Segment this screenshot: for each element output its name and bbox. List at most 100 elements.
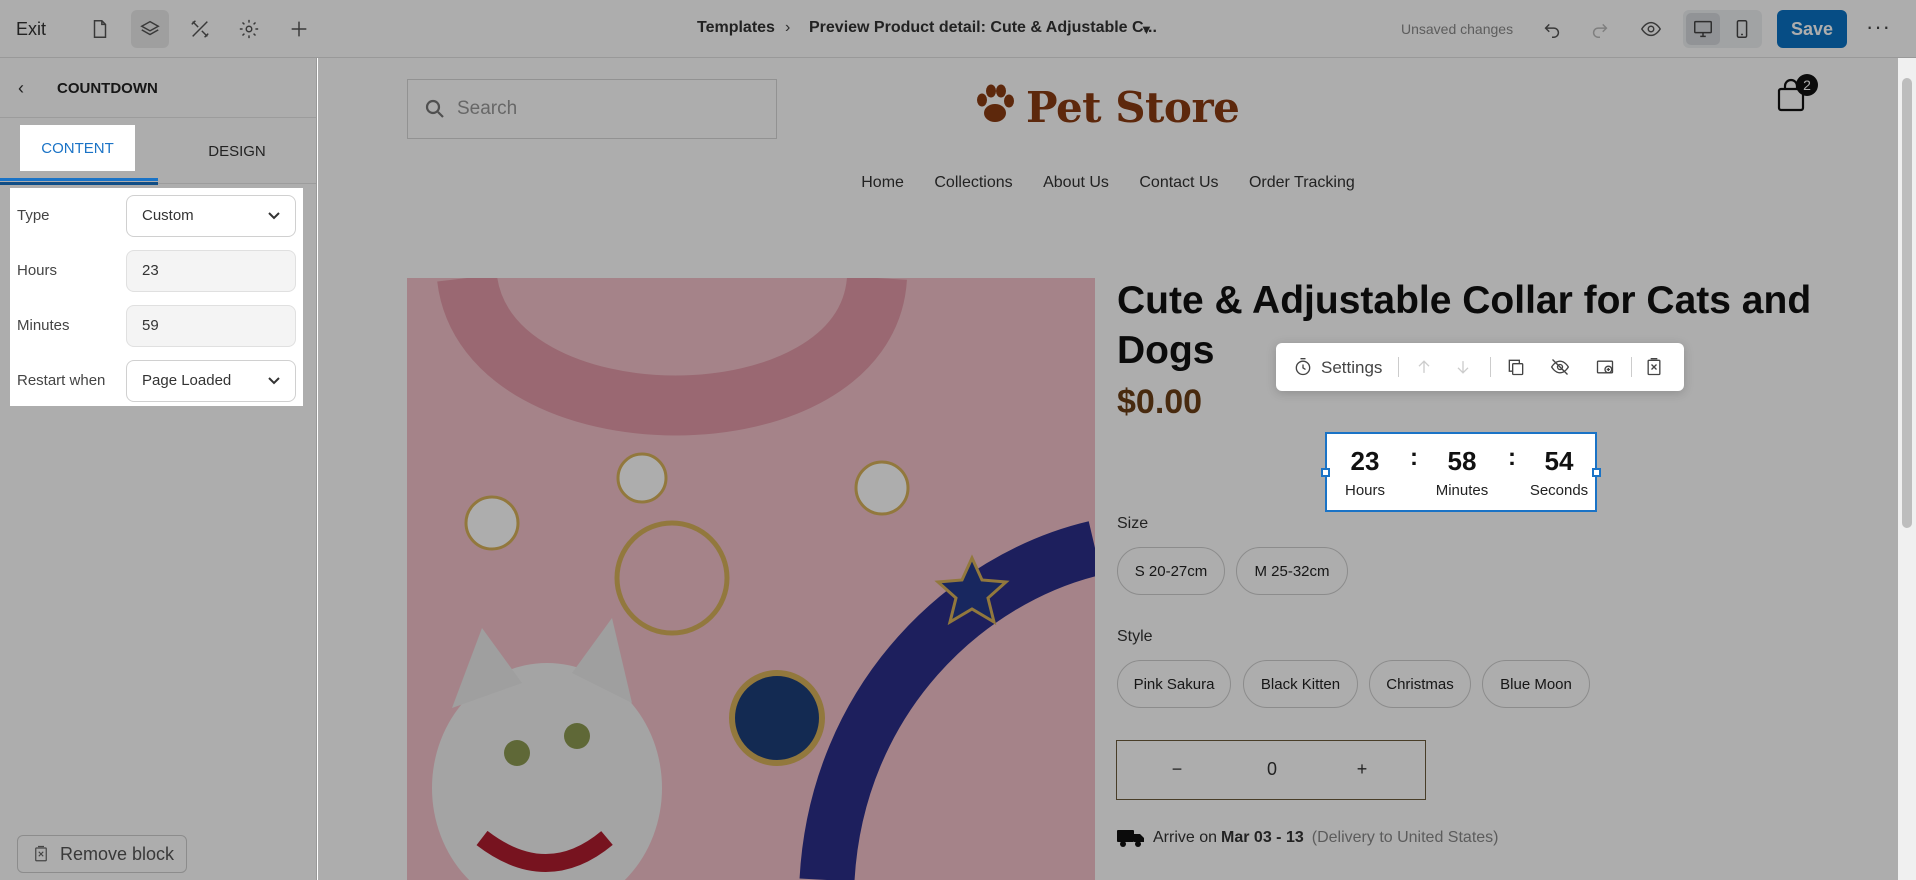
nav-collections[interactable]: Collections bbox=[934, 174, 1012, 191]
field-minutes: Minutes 59 bbox=[10, 305, 303, 347]
size-option-label: M 25-32cm bbox=[1254, 562, 1330, 580]
delete-icon[interactable] bbox=[1642, 355, 1666, 379]
breadcrumb-page[interactable]: Preview Product detail: Cute & Adjustabl… bbox=[809, 19, 1157, 37]
size-option[interactable]: M 25-32cm bbox=[1236, 547, 1348, 595]
type-select[interactable]: Custom bbox=[126, 195, 296, 237]
product-price: $0.00 bbox=[1117, 383, 1203, 421]
breadcrumb-templates[interactable]: Templates bbox=[697, 19, 775, 37]
cart-button[interactable]: 2 bbox=[1776, 74, 1818, 117]
resize-handle-left[interactable] bbox=[1321, 468, 1330, 477]
save-button[interactable]: Save bbox=[1777, 10, 1847, 48]
countdown-separator: : bbox=[1508, 444, 1516, 471]
style-option[interactable]: Pink Sakura bbox=[1117, 660, 1231, 708]
eye-icon[interactable] bbox=[1632, 10, 1670, 48]
size-option-label: S 20-27cm bbox=[1134, 562, 1208, 580]
gear-icon[interactable] bbox=[230, 10, 268, 48]
truck-icon bbox=[1117, 830, 1144, 847]
unsaved-status: Unsaved changes bbox=[1401, 21, 1514, 37]
minutes-input[interactable]: 59 bbox=[126, 305, 296, 347]
undo-icon[interactable] bbox=[1533, 10, 1571, 48]
type-select-value: Custom bbox=[142, 207, 194, 224]
top-bar: Exit Templates › Preview Product detail:… bbox=[0, 0, 1916, 58]
redo-icon[interactable] bbox=[1581, 10, 1619, 48]
restart-when-select[interactable]: Page Loaded bbox=[126, 360, 296, 402]
quantity-stepper: − 0 + bbox=[1116, 740, 1426, 800]
style-option[interactable]: Blue Moon bbox=[1482, 660, 1590, 708]
tools-icon[interactable] bbox=[181, 10, 219, 48]
size-label: Size bbox=[1117, 515, 1149, 532]
field-hours-label: Hours bbox=[17, 262, 58, 279]
countdown-seconds-label: Seconds bbox=[1529, 482, 1589, 499]
store-search-input[interactable]: Search bbox=[407, 79, 777, 139]
hide-icon[interactable] bbox=[1548, 355, 1572, 379]
countdown-separator: : bbox=[1410, 444, 1418, 471]
tab-design[interactable]: DESIGN bbox=[158, 118, 316, 184]
size-option[interactable]: S 20-27cm bbox=[1117, 547, 1225, 595]
duplicate-icon[interactable] bbox=[1504, 355, 1528, 379]
style-option-label: Pink Sakura bbox=[1133, 675, 1215, 693]
countdown-block[interactable]: 23 Hours : 58 Minutes : 54 Seconds bbox=[1321, 432, 1601, 512]
add-icon[interactable] bbox=[280, 10, 318, 48]
nav-order-tracking[interactable]: Order Tracking bbox=[1249, 174, 1355, 191]
caret-down-icon[interactable]: ▼ bbox=[1140, 22, 1153, 37]
nav-contact-us[interactable]: Contact Us bbox=[1139, 174, 1218, 191]
hours-input[interactable]: 23 bbox=[126, 250, 296, 292]
field-restart-when: Restart when Page Loaded bbox=[10, 360, 303, 402]
block-settings-button[interactable]: Settings bbox=[1321, 358, 1382, 378]
panel-header: ‹ COUNTDOWN bbox=[0, 58, 316, 118]
style-option-label: Black Kitten bbox=[1260, 675, 1341, 693]
exit-button[interactable]: Exit bbox=[16, 19, 46, 40]
store-logo[interactable]: Pet Store bbox=[970, 80, 1240, 135]
arrive-note: (Delivery to United States) bbox=[1311, 829, 1499, 846]
field-hours: Hours 23 bbox=[10, 250, 303, 292]
style-option-label: Christmas bbox=[1386, 675, 1454, 693]
chevron-right-icon: › bbox=[785, 19, 791, 36]
countdown-hours-label: Hours bbox=[1344, 482, 1385, 499]
tab-content-highlight-label: CONTENT bbox=[41, 139, 114, 157]
product-image bbox=[407, 278, 1095, 880]
style-option[interactable]: Black Kitten bbox=[1243, 660, 1358, 708]
block-toolbar: Settings bbox=[1276, 343, 1684, 391]
settings-panel: ‹ COUNTDOWN CONTENT DESIGN Remove block bbox=[0, 58, 317, 880]
timer-icon bbox=[1291, 355, 1315, 379]
style-option[interactable]: Christmas bbox=[1369, 660, 1471, 708]
store-nav: Home Collections About Us Contact Us Ord… bbox=[318, 174, 1898, 192]
qty-increase-button[interactable]: + bbox=[1342, 759, 1382, 780]
cart-count-badge: 2 bbox=[1796, 74, 1818, 96]
tab-content-highlight[interactable]: CONTENT bbox=[20, 125, 135, 171]
nav-home[interactable]: Home bbox=[861, 174, 904, 191]
panel-title: COUNTDOWN bbox=[57, 80, 158, 97]
mobile-icon[interactable] bbox=[1725, 13, 1759, 45]
layers-icon[interactable] bbox=[131, 10, 169, 48]
device-switcher bbox=[1683, 10, 1762, 48]
qty-decrease-button[interactable]: − bbox=[1157, 759, 1197, 780]
tab-design-label: DESIGN bbox=[208, 142, 266, 160]
more-options-icon[interactable]: ··· bbox=[1866, 14, 1891, 40]
field-restart-when-label: Restart when bbox=[17, 372, 106, 389]
pages-icon[interactable] bbox=[81, 10, 119, 48]
countdown-minutes-label: Minutes bbox=[1435, 482, 1489, 499]
chevron-down-icon bbox=[267, 373, 281, 391]
field-type-label: Type bbox=[17, 207, 50, 224]
collar-photo bbox=[407, 278, 1095, 880]
logo-text: Pet Store bbox=[1026, 83, 1240, 132]
page-canvas: Search Pet Store 2 Home Collections Abou… bbox=[318, 58, 1898, 880]
back-icon[interactable]: ‹ bbox=[18, 78, 24, 99]
style-label: Style bbox=[1117, 628, 1153, 645]
countdown-minutes: 58 bbox=[1447, 446, 1477, 476]
delete-block-icon bbox=[35, 845, 47, 862]
remove-block-button[interactable]: Remove block bbox=[17, 835, 187, 873]
field-type: Type Custom bbox=[10, 195, 303, 237]
move-up-icon[interactable] bbox=[1412, 355, 1436, 379]
restart-when-select-value: Page Loaded bbox=[142, 372, 232, 389]
countdown-settings-form: Type Custom Hours 23 Minutes 59 Restart … bbox=[10, 188, 303, 406]
save-as-section-icon[interactable] bbox=[1593, 355, 1617, 379]
scrollbar-thumb[interactable] bbox=[1902, 78, 1912, 528]
nav-about-us[interactable]: About Us bbox=[1043, 174, 1109, 191]
toolbar-divider bbox=[1398, 357, 1399, 377]
desktop-icon[interactable] bbox=[1686, 13, 1720, 45]
move-down-icon[interactable] bbox=[1451, 355, 1475, 379]
arrive-dates: Mar 03 - 13 bbox=[1221, 829, 1304, 846]
canvas-scrollbar[interactable] bbox=[1898, 58, 1916, 880]
qty-value[interactable]: 0 bbox=[1252, 759, 1292, 780]
